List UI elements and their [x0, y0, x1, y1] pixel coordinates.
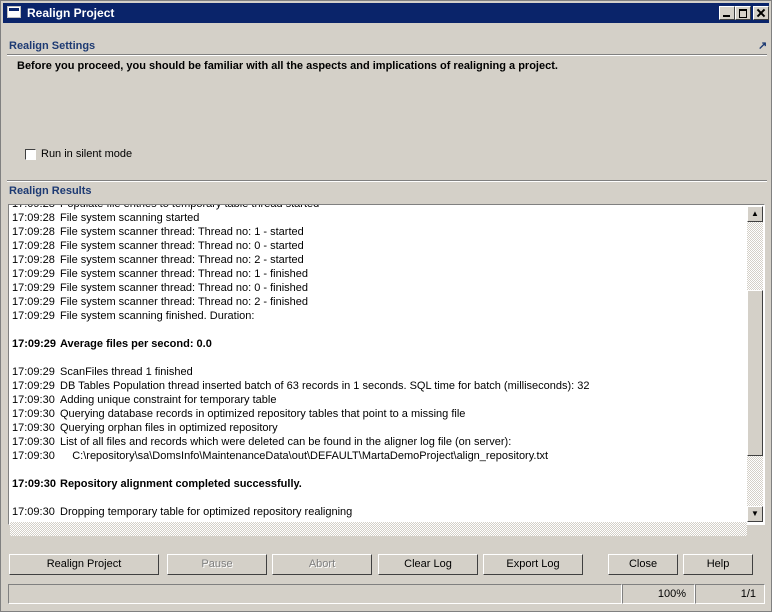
log-line: 17:09:29 Average files per second: 0.0	[12, 337, 742, 351]
scroll-down-button[interactable]: ▼	[747, 506, 763, 522]
log-timestamp: 17:09:28	[12, 240, 55, 252]
log-line: 17:09:28 File system scanner thread: Thre…	[12, 225, 742, 239]
log-message: Querying database records in optimized r…	[60, 408, 466, 420]
log-vertical-scrollbar[interactable]: ▲ ▼	[747, 206, 763, 522]
log-timestamp: 17:09:29	[12, 310, 55, 322]
log-line: 17:09:29 File system scanner thread: Thre…	[12, 281, 742, 295]
window-title: Realign Project	[27, 6, 115, 20]
clear-log-button[interactable]: Clear Log	[378, 554, 478, 575]
window-app-icon	[7, 6, 21, 18]
log-horizontal-scrollbar[interactable]	[10, 522, 747, 536]
export-log-button[interactable]: Export Log	[483, 554, 583, 575]
log-timestamp: 17:09:28	[12, 254, 55, 266]
log-line: 17:09:30 List of all files and records wh…	[12, 435, 742, 449]
log-message: File system scanner thread: Thread no: 0…	[60, 240, 304, 252]
zoom-level: 100%	[622, 584, 695, 604]
log-message: Repository alignment completed successfu…	[60, 478, 302, 490]
close-window-button[interactable]	[753, 6, 769, 20]
log-timestamp: 17:09:28	[12, 212, 55, 224]
collapse-settings-icon[interactable]: ↗	[758, 39, 767, 52]
realign-project-button[interactable]: Realign Project	[9, 554, 159, 575]
page-indicator: 1/1	[695, 584, 765, 604]
log-line: 17:09:28 File system scanner thread: Thre…	[12, 239, 742, 253]
log-message: ScanFiles thread 1 finished	[60, 366, 193, 378]
log-message: C:\repository\sa\DomsInfo\MaintenanceDat…	[60, 450, 549, 462]
scroll-thumb[interactable]	[747, 290, 763, 456]
log-line: 17:09:30 Querying database records in opt…	[12, 407, 742, 421]
log-timestamp: 17:09:30	[12, 422, 55, 434]
log-timestamp: 17:09:29	[12, 282, 55, 294]
log-line: 17:09:28 File system scanning started	[12, 211, 742, 225]
pause-button[interactable]: Pause	[167, 554, 267, 575]
log-line: 17:09:29 File system scanner thread: Thre…	[12, 295, 742, 309]
log-output[interactable]: 17:09:28 Populate file entries to tempora…	[8, 204, 765, 525]
log-message: File system scanning finished. Duration:	[60, 310, 255, 322]
realign-settings-heading: Realign Settings	[9, 40, 96, 52]
realign-results-heading: Realign Results	[9, 185, 92, 197]
log-timestamp: 17:09:30	[12, 450, 55, 462]
abort-button[interactable]: Abort	[272, 554, 372, 575]
log-message: List of all files and records which were…	[60, 436, 512, 448]
log-line: 17:09:28 File system scanner thread: Thre…	[12, 253, 742, 267]
silent-mode-label: Run in silent mode	[41, 148, 133, 160]
log-message: File system scanning started	[60, 212, 200, 224]
log-line: 17:09:30 Dropping temporary table for opt…	[12, 505, 742, 519]
log-line: 17:09:30 Adding unique constraint for tem…	[12, 393, 742, 407]
log-timestamp: 17:09:29	[12, 296, 55, 308]
log-timestamp: 17:09:30	[12, 506, 55, 518]
log-line: 17:09:30 Repository alignment completed s…	[12, 477, 742, 491]
log-message: Adding unique constraint for temporary t…	[60, 394, 277, 406]
title-bar[interactable]: Realign Project	[3, 3, 769, 23]
silent-mode-checkbox[interactable]	[25, 149, 36, 160]
status-message	[8, 584, 622, 604]
log-line: 17:09:30 C:\repository\sa\DomsInfo\Maint…	[12, 449, 742, 463]
log-message: File system scanner thread: Thread no: 2…	[60, 254, 304, 266]
scroll-up-button[interactable]: ▲	[747, 206, 763, 222]
log-message: File system scanner thread: Thread no: 0…	[60, 282, 309, 294]
realign-project-window: Realign Project Realign Settings ↗ Befor…	[0, 0, 772, 612]
log-message: Dropping temporary table for optimized r…	[60, 506, 353, 518]
log-timestamp: 17:09:29	[12, 268, 55, 280]
log-message: Querying orphan files in optimized repos…	[60, 422, 278, 434]
log-message: Populate file entries to temporary table…	[60, 204, 320, 210]
realign-warning-text: Before you proceed, you should be famili…	[17, 60, 558, 72]
log-timestamp: 17:09:30	[12, 436, 55, 448]
log-message: File system scanner thread: Thread no: 1…	[60, 268, 309, 280]
close-button[interactable]: Close	[608, 554, 678, 575]
log-timestamp: 17:09:28	[12, 204, 55, 210]
log-message: File system scanner thread: Thread no: 1…	[60, 226, 304, 238]
log-timestamp: 17:09:30	[12, 408, 55, 420]
log-line: 17:09:29 ScanFiles thread 1 finished	[12, 365, 742, 379]
log-message: Average files per second: 0.0	[60, 338, 212, 350]
log-message: DB Tables Population thread inserted bat…	[60, 380, 590, 392]
log-line: 17:09:28 Populate file entries to tempora…	[12, 204, 742, 211]
log-timestamp: 17:09:30	[12, 394, 55, 406]
help-button[interactable]: Help	[683, 554, 753, 575]
results-divider	[7, 180, 767, 182]
log-message: File system scanner thread: Thread no: 2…	[60, 296, 309, 308]
log-line: 17:09:30 Querying orphan files in optimiz…	[12, 421, 742, 435]
minimize-button[interactable]	[719, 6, 735, 20]
log-line: 17:09:29 File system scanning finished. D…	[12, 309, 742, 323]
settings-divider	[7, 54, 767, 56]
log-timestamp: 17:09:29	[12, 380, 55, 392]
log-timestamp: 17:09:30	[12, 478, 57, 490]
maximize-button[interactable]	[735, 6, 751, 20]
log-line: 17:09:29 File system scanner thread: Thre…	[12, 267, 742, 281]
log-line: 17:09:29 DB Tables Population thread inse…	[12, 379, 742, 393]
log-timestamp: 17:09:29	[12, 366, 55, 378]
log-timestamp: 17:09:28	[12, 226, 55, 238]
log-content: 17:09:28 Populate file entries to tempora…	[12, 204, 742, 519]
log-timestamp: 17:09:29	[12, 338, 57, 350]
